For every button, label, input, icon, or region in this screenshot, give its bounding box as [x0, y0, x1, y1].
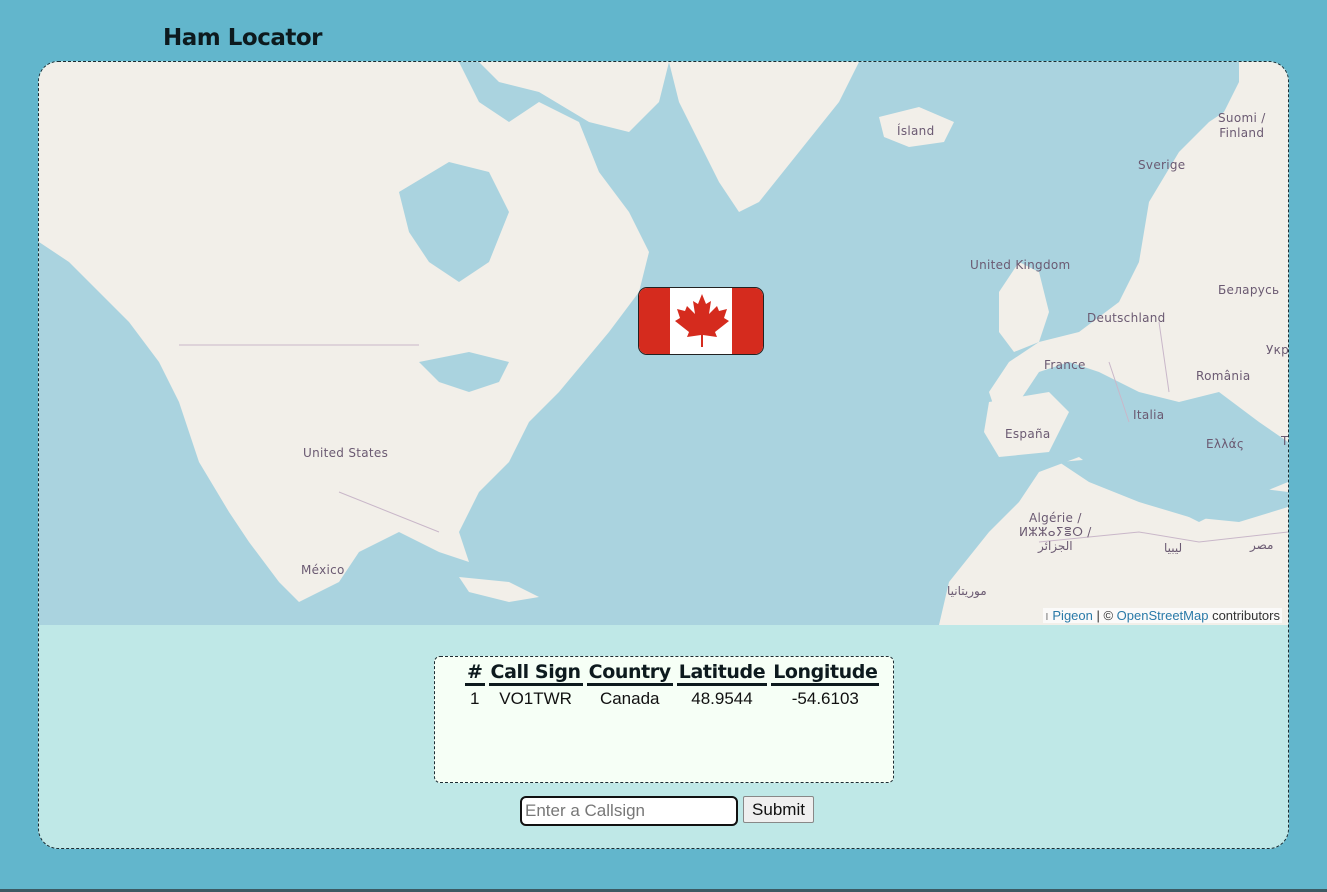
cell-longitude: -54.6103: [791, 689, 859, 708]
map-label-egypt: مصر: [1250, 538, 1274, 552]
cell-callsign: VO1TWR: [499, 689, 572, 708]
results-panel: # Call Sign Country Latitude Longitude 1…: [434, 656, 894, 783]
callsign-input[interactable]: [520, 796, 738, 826]
map-label-libya: ليبيا: [1164, 541, 1183, 555]
page-title: Ham Locator: [163, 25, 323, 51]
map-label-ellas: Ελλάς: [1206, 437, 1245, 451]
main-card: Ísland Suomi / Finland Sverige United Ki…: [38, 61, 1289, 849]
map-label-italia: Italia: [1133, 408, 1165, 422]
header-index: #: [465, 661, 485, 686]
maple-leaf-icon: [675, 294, 729, 347]
submit-button[interactable]: Submit: [743, 796, 814, 823]
map-attribution: ı Pigeon | © OpenStreetMap contributors: [1043, 608, 1282, 623]
cell-latitude: 48.9544: [691, 689, 753, 708]
canada-flag-icon[interactable]: [638, 287, 764, 355]
map-label-algerie: Algérie / ⵍⵣⵣⴰⵢⴻⵔ / الجزائر: [1019, 511, 1092, 553]
map-label-espana: España: [1005, 427, 1051, 441]
header-callsign: Call Sign: [488, 661, 583, 686]
world-map[interactable]: Ísland Suomi / Finland Sverige United Ki…: [39, 62, 1288, 625]
header-latitude: Latitude: [676, 661, 768, 686]
map-label-romania: România: [1196, 369, 1251, 383]
attribution-suffix: contributors: [1208, 608, 1280, 623]
map-label-turkey: T: [1281, 434, 1288, 448]
osm-link[interactable]: OpenStreetMap: [1117, 608, 1209, 623]
cell-index: 1: [470, 689, 480, 708]
results-table: # Call Sign Country Latitude Longitude 1…: [461, 661, 883, 710]
map-label-mexico: México: [301, 563, 345, 577]
header-country: Country: [586, 661, 673, 686]
flag-left-band: [639, 288, 670, 354]
map-label-deutschland: Deutschland: [1087, 311, 1166, 325]
flag-right-band: [732, 288, 763, 354]
map-label-ukraine: Укр: [1266, 343, 1288, 357]
map-label-mauritania: موريتانيا: [947, 584, 987, 598]
map-label-united-states: United States: [303, 446, 389, 460]
leaflet-link[interactable]: Pigeon: [1052, 608, 1092, 623]
header-longitude: Longitude: [771, 661, 880, 686]
cell-country: Canada: [599, 689, 660, 708]
map-label-sverige: Sverige: [1138, 158, 1186, 172]
map-label-united-kingdom: United Kingdom: [970, 258, 1071, 272]
map-label-island: Ísland: [897, 124, 935, 138]
map-label-belarus: Беларусь: [1218, 283, 1280, 297]
table-row: 1 VO1TWR Canada 48.9544 -54.6103: [465, 686, 879, 710]
map-label-suomi: Suomi / Finland: [1218, 111, 1266, 140]
results-header-row: # Call Sign Country Latitude Longitude: [465, 661, 880, 686]
attribution-separator: | ©: [1092, 608, 1117, 623]
map-label-france: France: [1044, 358, 1086, 372]
